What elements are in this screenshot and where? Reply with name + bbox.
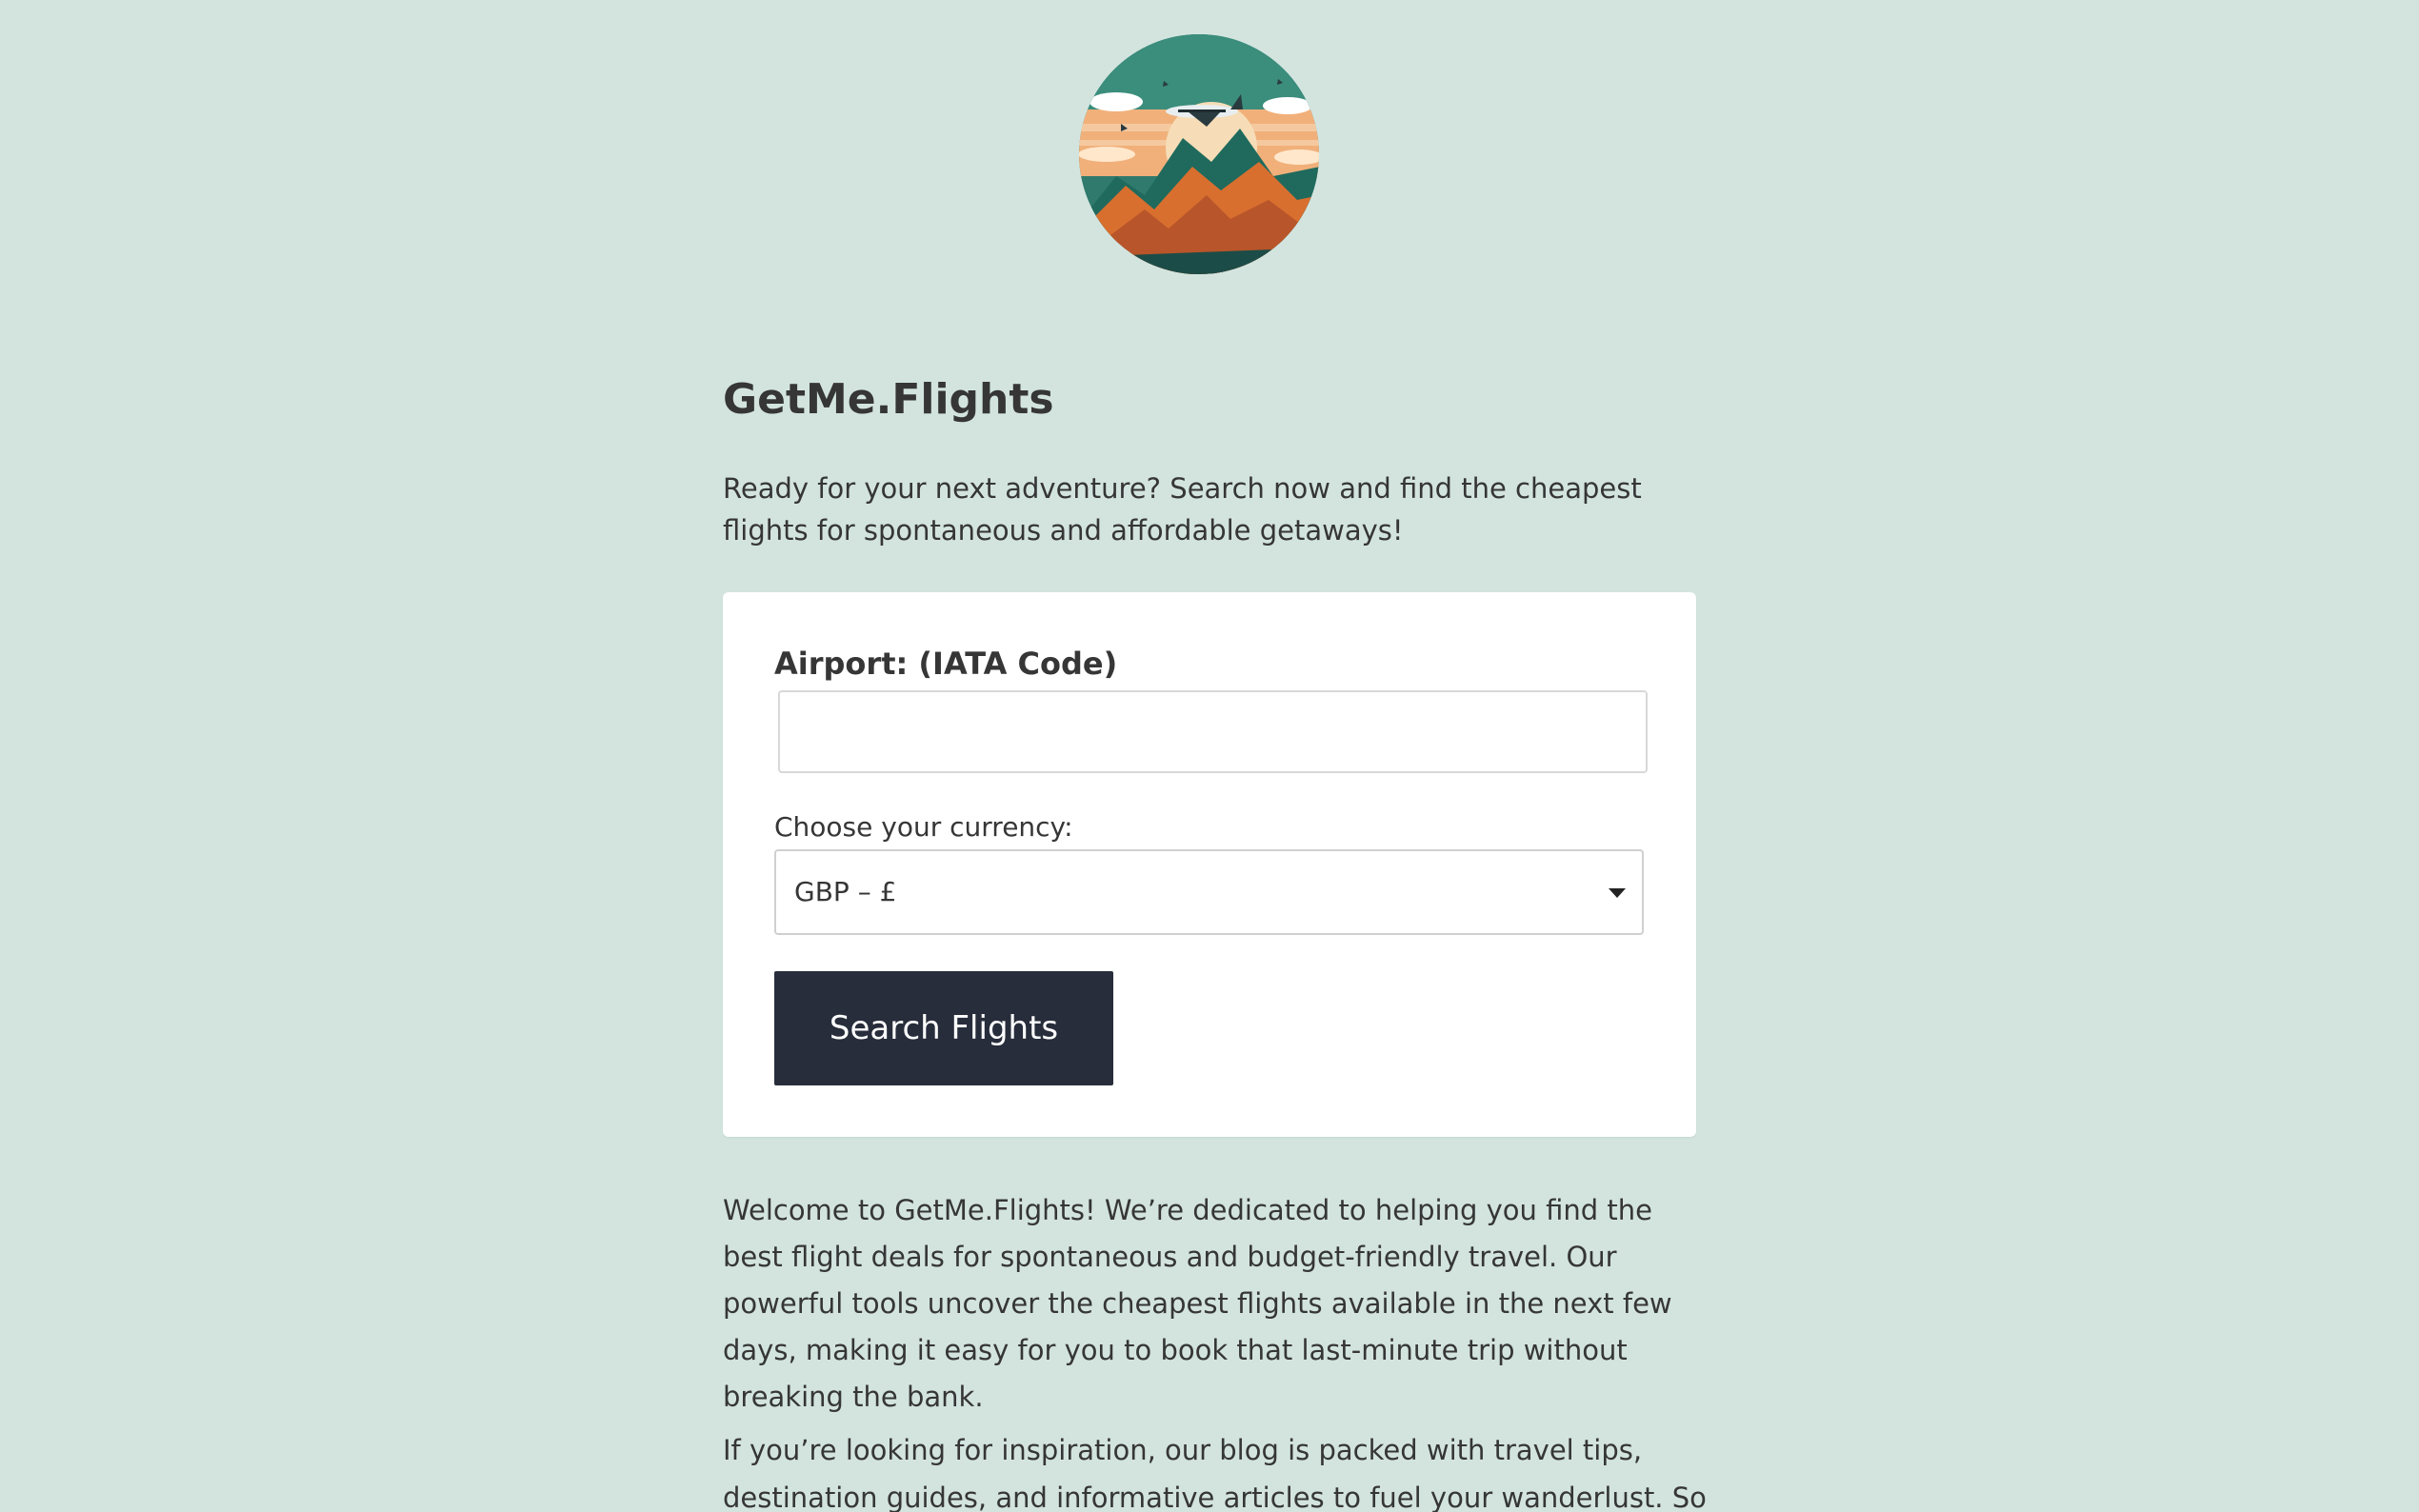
page: GetMe.Flights Ready for your next advent… (0, 0, 2419, 1512)
site-logo[interactable] (1078, 33, 1320, 275)
tagline: Ready for your next adventure? Search no… (723, 472, 1642, 547)
currency-selected-value: GBP – £ (794, 876, 897, 907)
blog-paragraph: If you’re looking for inspiration, our b… (723, 1434, 1707, 1512)
airport-iata-input[interactable] (778, 690, 1648, 773)
airplane-mountain-logo-icon (1079, 34, 1319, 274)
currency-select[interactable]: GBP – £ (774, 849, 1644, 935)
search-flights-button[interactable]: Search Flights (774, 971, 1113, 1085)
search-card: Airport: (IATA Code) Choose your currenc… (723, 592, 1696, 1137)
caret-down-icon (1609, 888, 1626, 898)
intro-paragraph: Welcome to GetMe.Flights! We’re dedicate… (723, 1194, 1672, 1413)
airport-label: Airport: (IATA Code) (774, 646, 1118, 682)
currency-label: Choose your currency: (774, 811, 1073, 843)
page-title: GetMe.Flights (723, 375, 1054, 424)
